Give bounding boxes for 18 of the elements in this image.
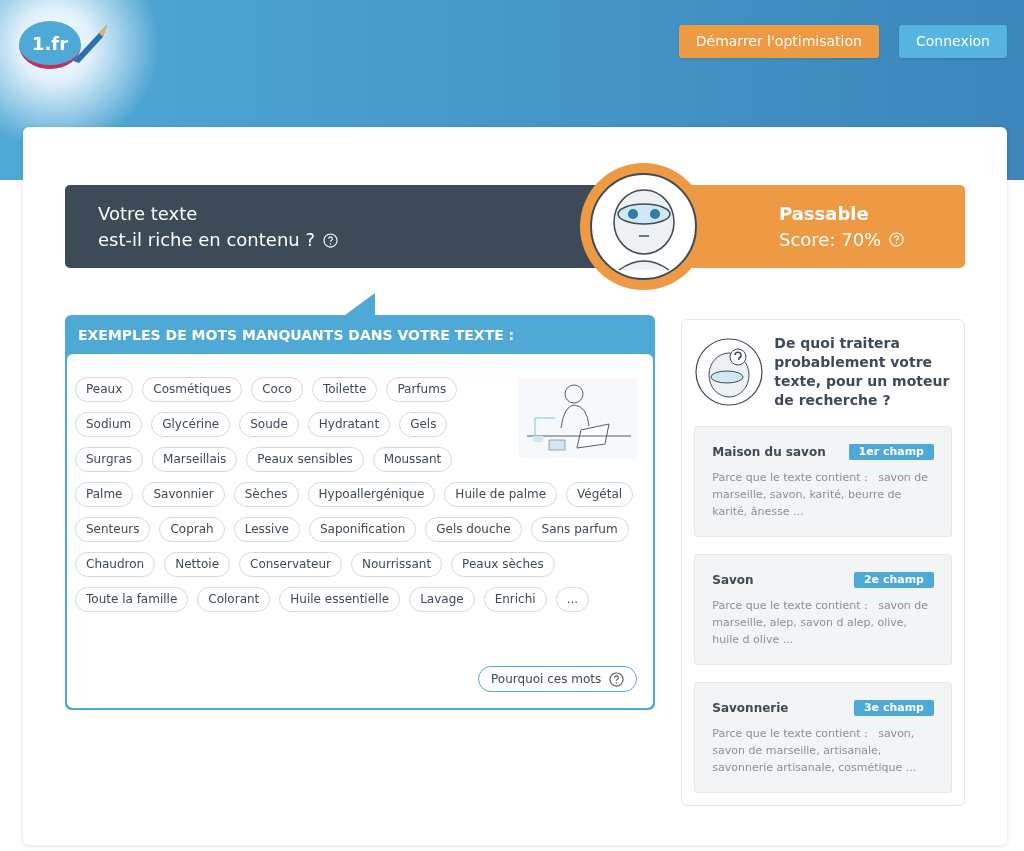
score-text: Score: 70%	[779, 227, 882, 252]
banner-question: Votre texte est-il riche en contenu ?	[98, 200, 338, 253]
start-optimization-button[interactable]: Démarrer l'optimisation	[678, 25, 879, 58]
panel-title: EXEMPLES DE MOTS MANQUANTS DANS VOTRE TEXTE :	[77, 326, 516, 345]
topic-reason: Parce que le texte contient : savon de marseille, alep, savon d alep, olive, huile d olive ...	[712, 598, 930, 648]
login-button[interactable]: Connexion	[898, 25, 1007, 58]
rank-badge: 3e champ	[853, 700, 934, 716]
topics-title: De quoi traitera probablement votre texte, pour un moteur de recherche ?	[774, 334, 951, 410]
help-icon[interactable]	[609, 671, 625, 687]
rank-badge: 1er champ	[848, 444, 934, 460]
thinking-robot-icon	[694, 337, 765, 407]
topic-name: Savon	[712, 572, 754, 589]
verdict-label: Passable	[779, 201, 870, 226]
topic-name: Maison du savon	[712, 444, 826, 461]
topic-name: Savonnerie	[712, 700, 789, 717]
topic-reason: Parce que le texte contient : savon de marseille, savon, karité, beurre de karité, ânesse ...	[712, 470, 930, 520]
rank-badge: 2e champ	[853, 572, 934, 588]
topic-reason: Parce que le texte contient : savon, savon de marseille, artisanale, savonnerie artisanale, cosmétique ...	[712, 726, 918, 776]
